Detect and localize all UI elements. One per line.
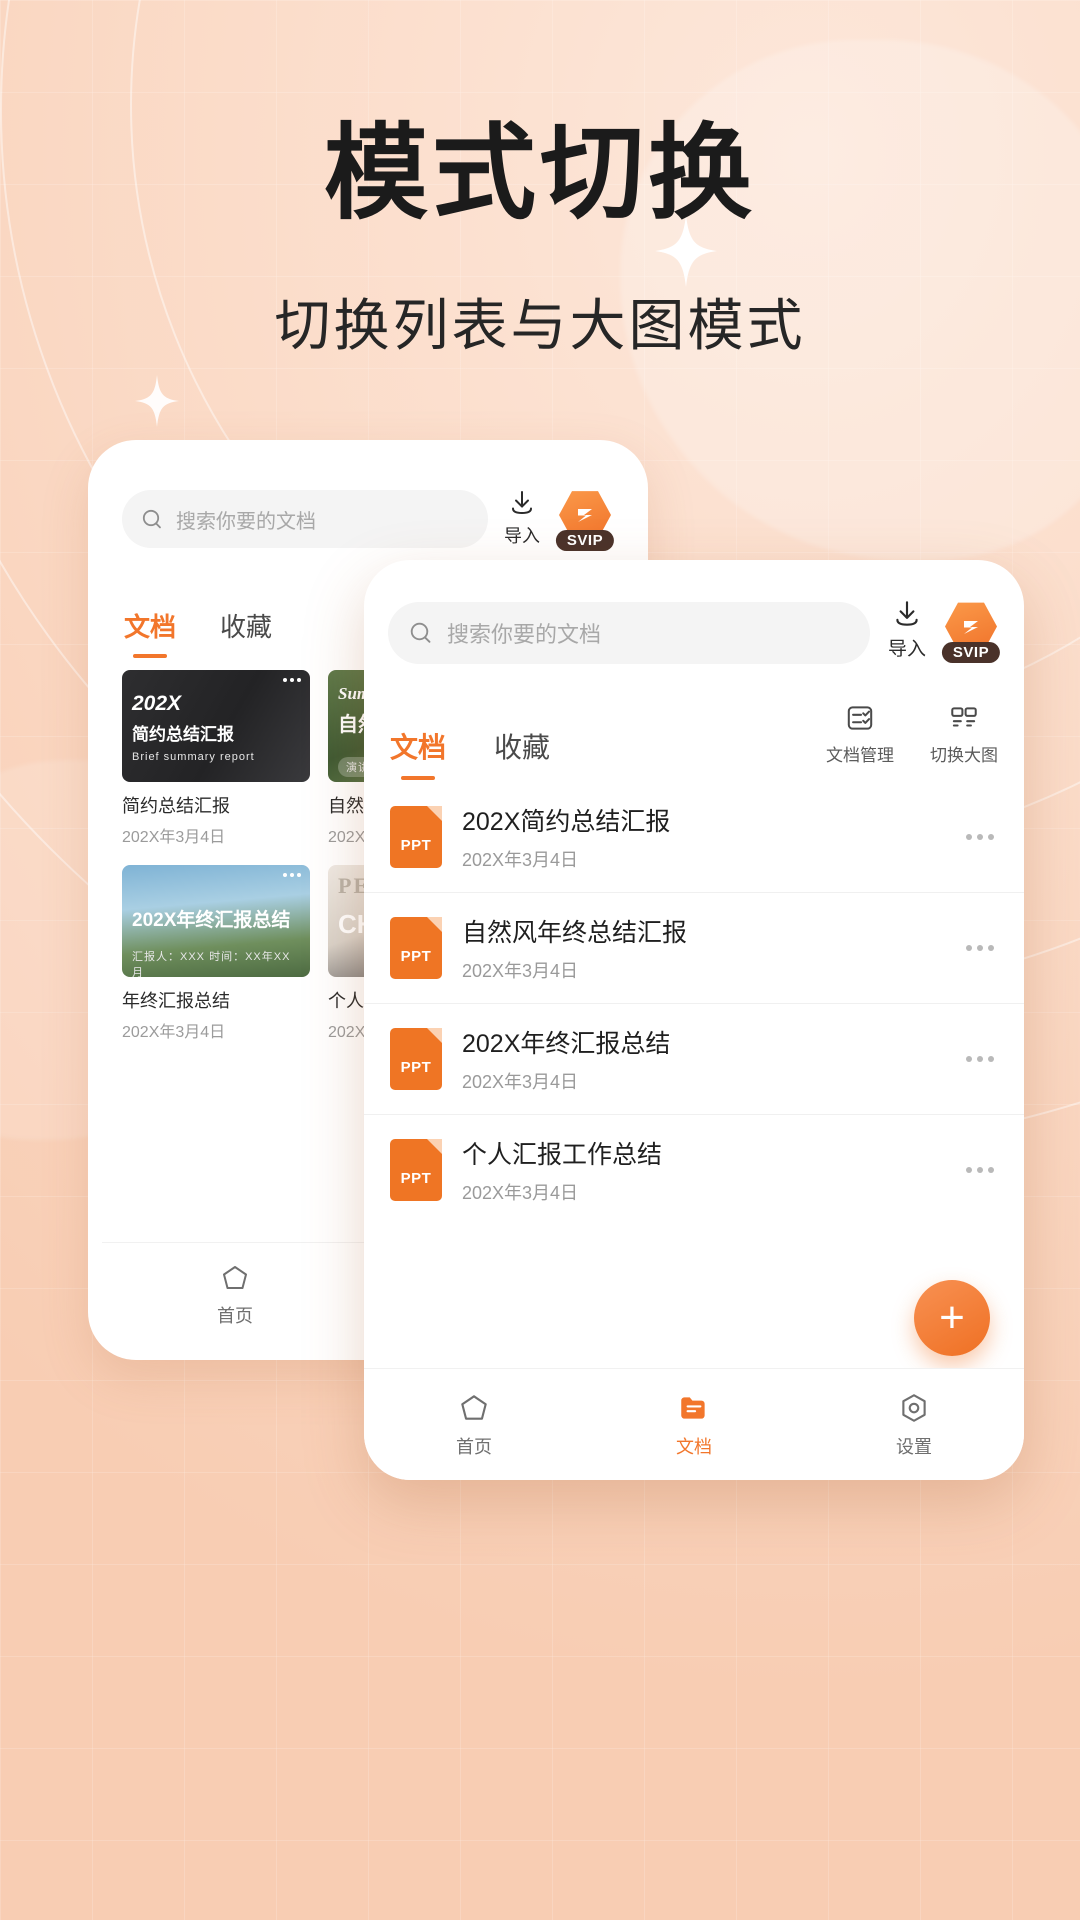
page-title-text: 模式切换 [323, 116, 756, 232]
switch-grid-label: 切换大图 [930, 746, 998, 765]
thumb-en-text: 汇报人：XXX 时间：XX年XX月 [132, 951, 291, 977]
document-date: 202X年3月4日 [462, 961, 579, 981]
document-icon [681, 1396, 705, 1419]
document-manage-button[interactable]: 文档管理 [826, 702, 894, 766]
document-title: 个人汇报工作总结 [462, 1141, 663, 1169]
nav-item-home[interactable]: 首页 [217, 1262, 253, 1328]
home-icon [461, 1394, 487, 1420]
thumb-main-text: 202X年终汇报总结 [132, 910, 291, 931]
document-date: 202X年3月4日 [462, 1072, 579, 1092]
document-list: PPT 202X简约总结汇报 202X年3月4日 PPT 自然风年终总结汇报 2… [364, 782, 1024, 1225]
search-input[interactable]: 搜索你要的文档 [388, 602, 870, 664]
tab-documents-label: 文档 [390, 732, 447, 763]
card-title: 年终汇报总结 [122, 991, 230, 1011]
ppt-file-icon: PPT [390, 806, 442, 868]
tab-favorites[interactable]: 收藏 [220, 607, 272, 644]
phone-list-mode: 搜索你要的文档 导入 SVIP 文档 收藏 文档管理 切换大图 PPT 202X… [364, 560, 1024, 1480]
thumb-en-text: Brief summary report [132, 751, 255, 763]
list-item[interactable]: PPT 202X年终汇报总结 202X年3月4日 [364, 1004, 1024, 1115]
tab-active-indicator [401, 776, 435, 780]
svip-button[interactable]: SVIP [941, 601, 1001, 663]
more-icon[interactable] [283, 873, 301, 877]
sparkle-icon [135, 375, 179, 427]
nav-item-settings[interactable]: 设置 [896, 1391, 932, 1459]
nav-settings-label: 设置 [896, 1436, 932, 1457]
tab-favorites-label: 收藏 [220, 612, 273, 642]
switch-grid-button[interactable]: 切换大图 [930, 702, 998, 766]
document-title: 自然风年终总结汇报 [462, 919, 688, 947]
search-placeholder: 搜索你要的文档 [447, 622, 602, 647]
ppt-type-label: PPT [400, 1170, 432, 1187]
plus-icon: + [939, 1293, 965, 1342]
more-icon[interactable] [962, 1157, 998, 1183]
tab-favorites[interactable]: 收藏 [494, 726, 550, 766]
svip-s-icon [964, 620, 978, 634]
nav-item-documents[interactable]: 文档 [676, 1391, 712, 1459]
more-icon[interactable] [962, 1046, 998, 1072]
svip-button[interactable]: SVIP [555, 489, 615, 551]
svip-s-icon [578, 509, 592, 522]
hero-section: 模式切换 切换列表与大图模式 [0, 119, 1080, 362]
add-document-button[interactable]: + [914, 1280, 990, 1356]
tab-documents-label: 文档 [124, 612, 177, 642]
document-date: 202X年3月4日 [462, 850, 579, 870]
thumb-sub-text: 简约总结汇报 [132, 725, 234, 744]
import-button[interactable]: 导入 [888, 598, 926, 661]
more-icon[interactable] [962, 935, 998, 961]
svip-label: SVIP [555, 530, 615, 551]
tab-active-indicator [133, 654, 167, 658]
document-title: 202X年终汇报总结 [462, 1030, 671, 1058]
svip-label: SVIP [941, 641, 1001, 663]
card-date: 202X年3月4日 [122, 1024, 226, 1041]
card-date: 202X年3月4日 [122, 829, 226, 846]
card-thumbnail: 202X年终汇报总结 汇报人：XXX 时间：XX年XX月 [122, 865, 310, 977]
more-icon[interactable] [962, 824, 998, 850]
page-subtitle: 切换列表与大图模式 [274, 294, 806, 358]
ppt-file-icon: PPT [390, 1139, 442, 1201]
tab-favorites-label: 收藏 [494, 732, 551, 763]
list-item[interactable]: PPT 自然风年终总结汇报 202X年3月4日 [364, 893, 1024, 1004]
ppt-type-label: PPT [400, 1059, 432, 1076]
nav-documents-label: 文档 [676, 1436, 712, 1457]
ppt-file-icon: PPT [390, 1028, 442, 1090]
search-input[interactable]: 搜索你要的文档 [122, 490, 488, 548]
list-item[interactable]: PPT 202X简约总结汇报 202X年3月4日 [364, 782, 1024, 893]
home-icon [223, 1265, 247, 1289]
card-title: 简约总结汇报 [122, 796, 230, 816]
bottom-navigation: 首页 文档 设置 [364, 1368, 1024, 1480]
ppt-type-label: PPT [400, 948, 432, 965]
download-icon [896, 601, 918, 626]
list-item[interactable]: PPT 个人汇报工作总结 202X年3月4日 [364, 1115, 1024, 1225]
import-button[interactable]: 导入 [504, 488, 540, 548]
grid-view-icon [951, 707, 977, 727]
page-title: 模式切换 [318, 119, 762, 232]
document-title: 202X简约总结汇报 [462, 808, 671, 836]
settings-icon [902, 1393, 926, 1422]
document-manage-label: 文档管理 [826, 746, 894, 765]
tab-documents[interactable]: 文档 [124, 607, 177, 658]
import-label: 导入 [504, 526, 540, 546]
import-label: 导入 [887, 639, 926, 660]
card-thumbnail: 202X 简约总结汇报 Brief summary report [122, 670, 310, 782]
ppt-type-label: PPT [400, 837, 432, 854]
nav-item-home[interactable]: 首页 [456, 1391, 492, 1459]
ppt-file-icon: PPT [390, 917, 442, 979]
more-icon[interactable] [283, 678, 301, 682]
download-icon [512, 491, 532, 515]
nav-home-label: 首页 [456, 1436, 492, 1457]
grid-card[interactable]: 202X年终汇报总结 汇报人：XXX 时间：XX年XX月 年终汇报总结 202X… [122, 865, 310, 1042]
search-placeholder: 搜索你要的文档 [176, 510, 316, 533]
grid-card[interactable]: 202X 简约总结汇报 Brief summary report 简约总结汇报 … [122, 670, 310, 847]
nav-home-label: 首页 [217, 1305, 253, 1326]
document-manage-icon [847, 706, 873, 730]
thumb-main-text: 202X [132, 692, 182, 715]
tab-documents[interactable]: 文档 [390, 726, 447, 780]
search-icon [410, 622, 431, 643]
document-date: 202X年3月4日 [462, 1183, 579, 1203]
search-icon [142, 509, 161, 529]
